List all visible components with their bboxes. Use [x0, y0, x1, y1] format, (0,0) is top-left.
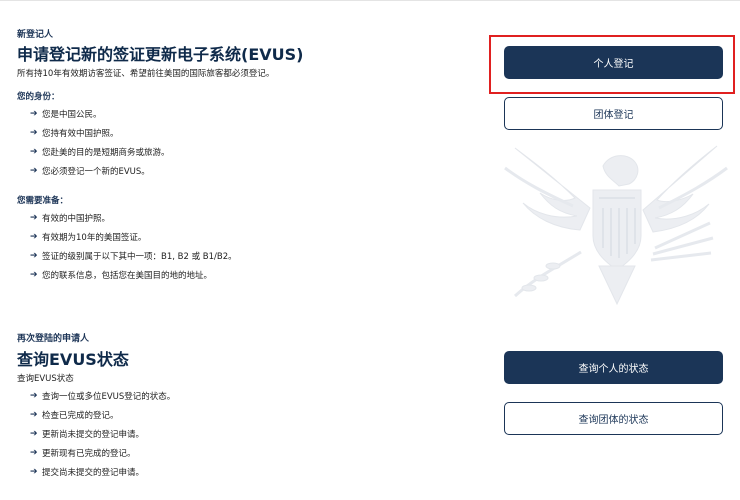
identity-list: ➔ 您是中国公民。 ➔ 您持有效中国护照。 ➔ 您赴美的目的是短期商务或旅游。 ➔ 您必…	[30, 104, 170, 180]
list-item: ➔ 查询一位或多位EVUS登记的状态。	[30, 390, 176, 402]
list-item: ➔ 您赴美的目的是短期商务或旅游。	[30, 146, 170, 158]
returning-list: ➔ 查询一位或多位EVUS登记的状态。 ➔ 检查已完成的登记。 ➔ 更新尚未提交的登记…	[30, 386, 175, 481]
arrow-right-icon: ➔	[30, 390, 38, 401]
check-individual-status-button[interactable]: 查询个人的状态	[504, 351, 723, 384]
list-item: ➔ 更新现有已完成的登记。	[30, 447, 136, 459]
list-item: ➔ 更新尚未提交的登记申请。	[30, 428, 145, 440]
returning-eyebrow: 再次登陆的申请人	[17, 334, 90, 344]
prepare-list: ➔ 有效的中国护照。 ➔ 有效期为10年的美国签证。 ➔ 签证的级别属于以下其中一项：…	[30, 208, 237, 284]
list-item: ➔ 检查已完成的登记。	[30, 409, 119, 421]
individual-registration-button[interactable]: 个人登记	[504, 46, 723, 79]
returning-title: 查询EVUS状态	[17, 350, 129, 369]
arrow-right-icon: ➔	[30, 127, 38, 138]
arrow-right-icon: ➔	[30, 250, 38, 261]
arrow-right-icon: ➔	[30, 231, 38, 242]
list-item: ➔ 有效期为10年的美国签证。	[30, 231, 147, 243]
arrow-right-icon: ➔	[30, 409, 38, 420]
list-item: ➔ 有效的中国护照。	[30, 212, 111, 224]
prepare-heading: 您需要准备：	[17, 196, 69, 206]
list-item: ➔ 您的联系信息，包括您在美国目的地的地址。	[30, 269, 213, 281]
arrow-right-icon: ➔	[30, 108, 38, 119]
list-item: ➔ 提交尚未提交的登记申请。	[30, 466, 145, 478]
arrow-right-icon: ➔	[30, 447, 38, 458]
arrow-right-icon: ➔	[30, 146, 38, 157]
eagle-seal-icon	[504, 145, 728, 306]
identity-heading: 您的身份：	[17, 92, 60, 102]
new-registrant-eyebrow: 新登记人	[17, 30, 54, 40]
new-registrant-description: 所有持10年有效期访客签证、希望前往美国的国际旅客都必须登记。	[17, 69, 275, 79]
list-item: ➔ 您必须登记一个新的EVUS。	[30, 165, 150, 177]
arrow-right-icon: ➔	[30, 428, 38, 439]
list-item: ➔ 签证的级别属于以下其中一项：B1, B2 或 B1/B2。	[30, 250, 237, 262]
list-item: ➔ 您是中国公民。	[30, 108, 102, 120]
arrow-right-icon: ➔	[30, 165, 38, 176]
arrow-right-icon: ➔	[30, 466, 38, 477]
list-item: ➔ 您持有效中国护照。	[30, 127, 119, 139]
new-registrant-title: 申请登记新的签证更新电子系统(EVUS)	[17, 45, 304, 64]
arrow-right-icon: ➔	[30, 212, 38, 223]
arrow-right-icon: ➔	[30, 269, 38, 280]
top-divider	[0, 0, 740, 1]
group-registration-button[interactable]: 团体登记	[504, 97, 723, 130]
check-group-status-button[interactable]: 查询团体的状态	[504, 402, 723, 435]
returning-description: 查询EVUS状态	[17, 374, 74, 384]
